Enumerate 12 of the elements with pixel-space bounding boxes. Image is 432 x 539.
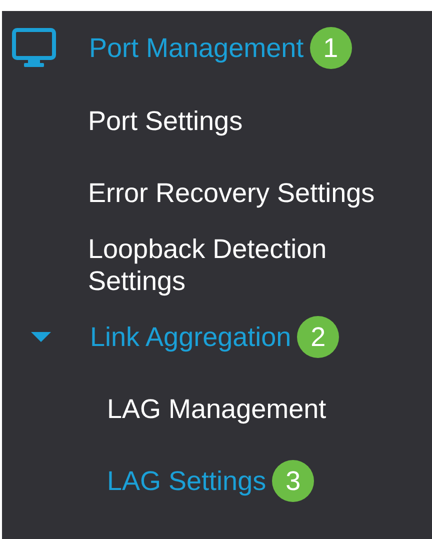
monitor-icon [12,28,56,68]
step-badge: 2 [297,316,340,358]
step-badge: 3 [272,460,314,502]
step-badge: 1 [310,27,352,69]
menu-item[interactable]: Error Recovery Settings [88,177,375,209]
menu-item[interactable]: LAG Settings [107,465,266,497]
menu-section[interactable]: Port Management [89,32,304,64]
menu-item[interactable]: LAG Management [107,393,326,425]
menu-item[interactable]: Link Aggregation [90,321,292,353]
caret-icon[interactable] [30,331,52,343]
menu-item[interactable]: Port Settings [88,105,243,137]
menu-item[interactable]: Loopback Detection Settings [88,233,408,297]
